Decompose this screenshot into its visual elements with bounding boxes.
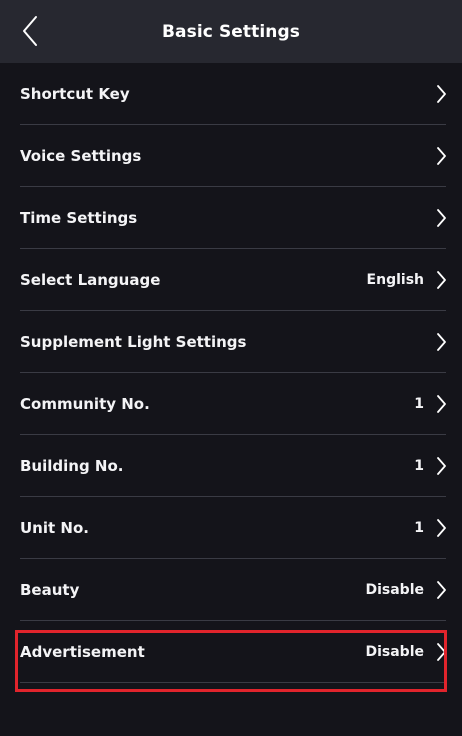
chevron-left-icon [23,16,37,46]
setting-row-advertisement[interactable]: Advertisement Disable [0,621,462,683]
setting-row-time-settings[interactable]: Time Settings [0,187,462,249]
chevron-right-icon [432,578,446,602]
chevron-right-icon [432,330,446,354]
setting-label: Beauty [20,581,80,599]
setting-value: English [366,272,424,288]
basic-settings-screen: Basic Settings Shortcut Key Voice Settin… [0,0,462,736]
setting-row-community-no[interactable]: Community No. 1 [0,373,462,435]
setting-label: Building No. [20,457,124,475]
setting-label: Unit No. [20,519,89,537]
chevron-right-icon [432,206,446,230]
setting-label: Voice Settings [20,147,142,165]
chevron-right-icon [432,392,446,416]
setting-row-voice-settings[interactable]: Voice Settings [0,125,462,187]
page-title: Basic Settings [161,21,300,42]
setting-label: Supplement Light Settings [20,333,247,351]
chevron-right-icon [432,144,446,168]
setting-row-shortcut-key[interactable]: Shortcut Key [0,63,462,125]
setting-row-supplement-light-settings[interactable]: Supplement Light Settings [0,311,462,373]
setting-label: Select Language [20,271,161,289]
setting-label: Time Settings [20,209,138,227]
setting-label: Community No. [20,395,150,413]
setting-row-building-no[interactable]: Building No. 1 [0,435,462,497]
settings-list: Shortcut Key Voice Settings Time Setting… [0,63,462,683]
setting-value: Disable [365,644,424,660]
header-bar: Basic Settings [0,0,462,63]
setting-row-beauty[interactable]: Beauty Disable [0,559,462,621]
chevron-right-icon [432,516,446,540]
chevron-right-icon [432,454,446,478]
chevron-right-icon [432,268,446,292]
back-button[interactable] [12,10,48,52]
chevron-right-icon [432,82,446,106]
setting-row-select-language[interactable]: Select Language English [0,249,462,311]
setting-label: Advertisement [20,643,145,661]
chevron-right-icon [432,640,446,664]
setting-value: Disable [365,582,424,598]
setting-value: 1 [414,396,424,412]
setting-label: Shortcut Key [20,85,130,103]
setting-value: 1 [414,458,424,474]
setting-row-unit-no[interactable]: Unit No. 1 [0,497,462,559]
setting-value: 1 [414,520,424,536]
